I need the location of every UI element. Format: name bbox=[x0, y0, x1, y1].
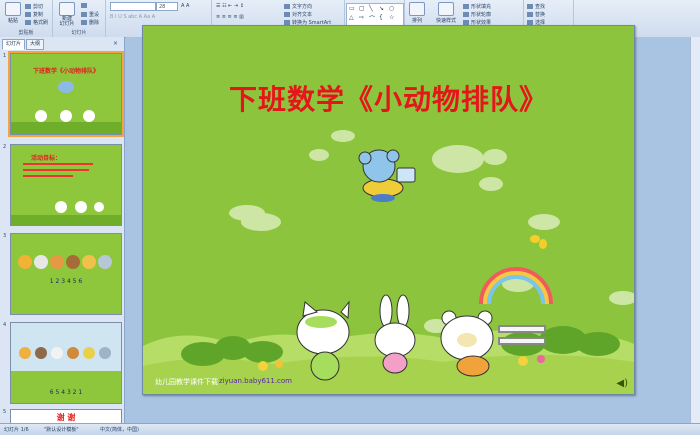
slides-group: 新建 幻灯片 重设 删除 幻灯片 bbox=[53, 0, 106, 37]
outline-pen-icon bbox=[463, 12, 469, 17]
clouds bbox=[229, 130, 634, 333]
group-label-clipboard: 剪贴板 bbox=[18, 30, 34, 36]
thumbnail-art bbox=[11, 163, 121, 225]
right-arrow-shape-icon[interactable]: ⇨ bbox=[359, 14, 364, 21]
arrange-icon bbox=[409, 2, 425, 16]
new-slide-icon bbox=[59, 2, 75, 16]
tab-slides[interactable]: 幻灯片 bbox=[2, 39, 26, 50]
oval-shape-icon[interactable]: ○ bbox=[389, 5, 394, 12]
format-painter-button[interactable]: 格式刷 bbox=[25, 19, 48, 26]
paste-button[interactable]: 粘贴 bbox=[3, 2, 23, 24]
scissors-icon bbox=[25, 4, 31, 9]
delete-button[interactable]: 删除 bbox=[81, 19, 99, 26]
rounded-rect-shape-icon[interactable]: ▢ bbox=[359, 5, 365, 12]
thumbnail-number: 1 bbox=[3, 53, 7, 59]
copy-button[interactable]: 复制 bbox=[25, 11, 43, 18]
triangle-shape-icon[interactable]: △ bbox=[349, 14, 354, 21]
thumbnail-slide-3[interactable]: 1 2 3 4 5 6 bbox=[10, 233, 122, 315]
slide-counter: 幻灯片 1/6 bbox=[4, 427, 29, 433]
curve-shape-icon[interactable]: ⌒ bbox=[369, 14, 375, 23]
layout-icon bbox=[81, 3, 87, 8]
language-indicator[interactable]: 中文(简体，中国) bbox=[100, 426, 139, 433]
align-buttons[interactable]: ≡ ≡ ≡ ≡ ▥ bbox=[216, 14, 244, 20]
tab-outline[interactable]: 大纲 bbox=[26, 39, 45, 50]
reset-button[interactable]: 重设 bbox=[81, 11, 99, 18]
pane-tabs: 幻灯片 大纲 × bbox=[2, 39, 120, 50]
cut-button[interactable]: 剪切 bbox=[25, 3, 43, 10]
arrow-shape-icon[interactable]: ↘ bbox=[379, 5, 384, 12]
delete-icon bbox=[81, 20, 87, 25]
shape-fill-button[interactable]: 形状填充 bbox=[463, 3, 491, 10]
thumbnail-slide-2[interactable]: 活动目标： bbox=[10, 144, 122, 226]
rectangle-shape-icon[interactable]: ▭ bbox=[349, 5, 355, 12]
font-format-buttons[interactable]: B I U S abc A Aa A bbox=[110, 14, 155, 20]
thumbnail-art bbox=[18, 255, 112, 269]
thumbnail-number: 3 bbox=[3, 233, 7, 239]
thumbnail-slide-1[interactable]: 下班数学《小动物排队》 bbox=[8, 51, 124, 137]
theme-name: "默认设计模板" bbox=[44, 427, 79, 433]
copy-icon bbox=[25, 12, 31, 17]
line-shape-icon[interactable]: ╲ bbox=[369, 5, 373, 12]
brush-icon bbox=[25, 20, 31, 25]
thumbnail-title: 6 5 4 3 2 1 bbox=[49, 389, 83, 396]
quick-styles-icon bbox=[438, 2, 454, 16]
close-icon[interactable]: × bbox=[113, 40, 118, 47]
align-text-button[interactable]: 对齐文本 bbox=[284, 11, 312, 18]
shapes-gallery[interactable]: ▭ ▢ ╲ ↘ ○ △ ⇨ ⌒ { ☆ bbox=[346, 3, 404, 27]
text-direction-icon bbox=[284, 4, 290, 9]
status-bar: 幻灯片 1/6 "默认设计模板" 中文(简体，中国) bbox=[0, 423, 700, 435]
new-slide-button[interactable]: 新建 幻灯片 bbox=[57, 2, 77, 27]
text-direction-button[interactable]: 文字方向 bbox=[284, 3, 312, 10]
slides-pane: 幻灯片 大纲 × 1 下班数学《小动物排队》 2 活动目标： 3 1 2 3 4… bbox=[0, 37, 125, 425]
butterfly bbox=[530, 235, 547, 249]
find-button[interactable]: 查找 bbox=[527, 3, 545, 10]
replace-icon bbox=[527, 12, 533, 17]
font-size-box[interactable]: 28 bbox=[156, 2, 178, 11]
fill-bucket-icon bbox=[463, 4, 469, 9]
align-text-icon bbox=[284, 12, 290, 17]
star-shape-icon[interactable]: ☆ bbox=[389, 14, 394, 21]
replace-button[interactable]: 替换 bbox=[527, 11, 545, 18]
thumbnail-title: 1 2 3 4 5 6 bbox=[49, 278, 83, 285]
brace-shape-icon[interactable]: { bbox=[379, 14, 383, 21]
vertical-scrollbar[interactable] bbox=[690, 37, 700, 423]
reset-icon bbox=[81, 12, 87, 17]
thumbnail-slide-4[interactable]: 6 5 4 3 2 1 bbox=[10, 322, 122, 404]
arrange-button[interactable]: 排列 bbox=[407, 2, 427, 24]
thumbnail-number: 5 bbox=[3, 409, 7, 415]
clipboard-group: 粘贴 剪切 复制 格式刷 剪贴板 bbox=[0, 0, 53, 37]
speaker-icon[interactable]: ◀) bbox=[616, 378, 628, 389]
footer-link[interactable]: ziyuan.baby611.com bbox=[219, 377, 292, 385]
quick-styles-button[interactable]: 快速样式 bbox=[433, 2, 459, 24]
thumbnail-number: 4 bbox=[3, 322, 7, 328]
thumbnail-number: 2 bbox=[3, 144, 7, 150]
thumbnail-title: 谢 谢 bbox=[56, 413, 76, 422]
list-buttons[interactable]: ☰ ☷ ⇤ ⇥ ↕ bbox=[216, 3, 244, 9]
paste-icon bbox=[5, 2, 21, 16]
font-name-box[interactable] bbox=[110, 2, 156, 11]
binoculars-icon bbox=[527, 4, 533, 9]
shape-outline-button[interactable]: 形状轮廓 bbox=[463, 11, 491, 18]
slide-title[interactable]: 下班数学《小动物排队》 bbox=[143, 78, 634, 118]
footer-text: 幼儿园教学课件下载 bbox=[155, 378, 218, 386]
grow-font-icon[interactable]: A A bbox=[181, 3, 189, 9]
group-label-slides: 幻灯片 bbox=[71, 30, 87, 36]
current-slide[interactable]: 下班数学《小动物排队》 幼儿园教学课件下载 ziyuan.baby611.com… bbox=[142, 25, 635, 395]
plane-character bbox=[358, 149, 416, 202]
layout-button[interactable] bbox=[81, 3, 89, 9]
thumbnail-art bbox=[11, 81, 121, 134]
